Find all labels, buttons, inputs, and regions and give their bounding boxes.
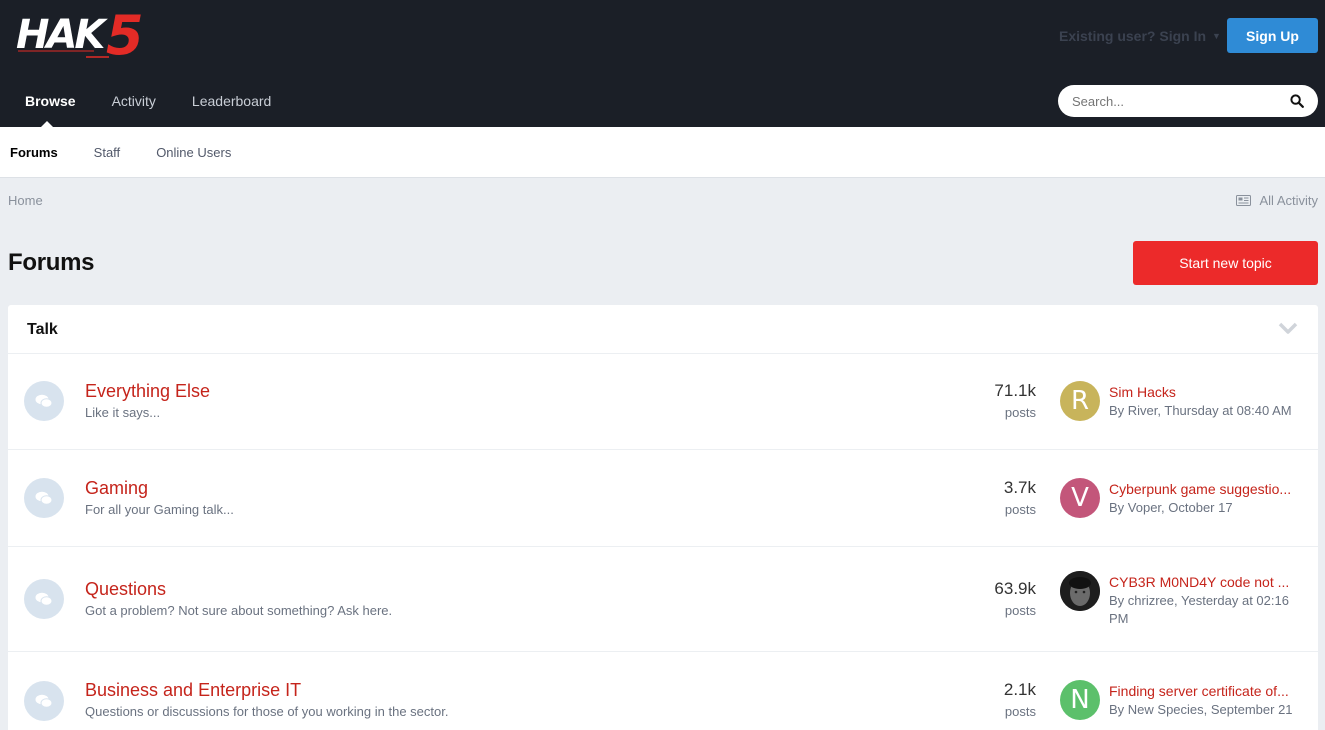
forum-category-talk: Talk Everything Else Like it says... 71.… [8,305,1318,730]
caret-down-icon: ▼ [1212,31,1221,41]
category-header: Talk [8,305,1318,354]
forum-description: Like it says... [85,405,161,420]
forum-comments-icon [24,579,64,619]
last-post-title[interactable]: Sim Hacks [1109,384,1304,400]
last-post-meta: By Voper, October 17 [1109,500,1233,515]
subnav-online-users[interactable]: Online Users [138,127,249,178]
avatar-photo[interactable] [1060,571,1100,611]
post-count-label: posts [1004,502,1036,517]
last-post-title[interactable]: CYB3R M0ND4Y code not ... [1109,574,1304,590]
forum-description: Got a problem? Not sure about something?… [85,603,393,618]
forum-row: Everything Else Like it says... 71.1k po… [8,354,1318,450]
forum-description: Questions or discussions for those of yo… [85,704,449,719]
forum-title[interactable]: Everything Else [85,381,210,402]
forum-comments-icon [24,478,64,518]
post-count: 2.1k [1003,680,1036,699]
signin-label: Existing user? Sign In [1059,28,1207,44]
chevron-down-icon[interactable] [1278,321,1298,335]
page-title: Forums [8,249,95,276]
last-post-meta: By River, Thursday at 08:40 AM [1109,403,1292,418]
newspaper-icon [1236,195,1252,206]
forum-comments-icon [24,381,64,421]
search-input[interactable] [1072,85,1272,117]
last-post-title[interactable]: Cyberpunk game suggestio... [1109,481,1304,497]
user-photo-icon [1060,571,1100,611]
search-box [1058,85,1318,117]
main-nav: Browse Activity Leaderboard [0,76,289,128]
hak5-logo[interactable]: HAK 5 [14,4,154,66]
post-count: 71.1k [994,381,1036,400]
last-post-meta: By New Species, September 21 [1109,702,1293,717]
category-title[interactable]: Talk [27,321,58,339]
nav-leaderboard[interactable]: Leaderboard [174,76,289,127]
forum-title[interactable]: Business and Enterprise IT [85,680,301,701]
post-count-label: posts [1004,704,1036,719]
post-count: 63.9k [994,579,1036,598]
subnav-forums[interactable]: Forums [0,127,76,178]
forum-row: Questions Got a problem? Not sure about … [8,547,1318,652]
avatar[interactable]: V [1060,478,1100,518]
signin-link[interactable]: Existing user? Sign In ▼ [1059,28,1221,44]
forum-description: For all your Gaming talk... [85,502,234,517]
forum-comments-icon [24,681,64,721]
forum-title[interactable]: Questions [85,579,166,600]
last-post-title[interactable]: Finding server certificate of... [1109,683,1304,699]
avatar[interactable]: R [1060,381,1100,421]
last-post-meta: By chrizree, Yesterday at 02:16 PM [1109,593,1289,626]
all-activity-label: All Activity [1259,193,1318,208]
post-count-label: posts [1004,405,1036,420]
sub-nav: Forums Staff Online Users [0,127,1325,178]
site-header: HAK 5 Existing user? Sign In ▼ Sign Up Br… [0,0,1325,128]
all-activity-link[interactable]: All Activity [1236,193,1318,208]
subnav-staff[interactable]: Staff [76,127,139,178]
signup-button[interactable]: Sign Up [1227,18,1318,53]
forum-row: Business and Enterprise IT Questions or … [8,652,1318,730]
breadcrumb-home[interactable]: Home [8,193,43,208]
search-icon[interactable] [1290,94,1304,108]
forum-row: Gaming For all your Gaming talk... 3.7k … [8,450,1318,547]
post-count-label: posts [1004,603,1036,618]
post-count: 3.7k [1003,478,1036,497]
start-new-topic-button[interactable]: Start new topic [1133,241,1318,285]
avatar[interactable]: N [1060,680,1100,720]
forum-title[interactable]: Gaming [85,478,148,499]
nav-activity[interactable]: Activity [94,76,174,127]
nav-browse[interactable]: Browse [0,76,94,128]
svg-text:5: 5 [106,4,144,66]
